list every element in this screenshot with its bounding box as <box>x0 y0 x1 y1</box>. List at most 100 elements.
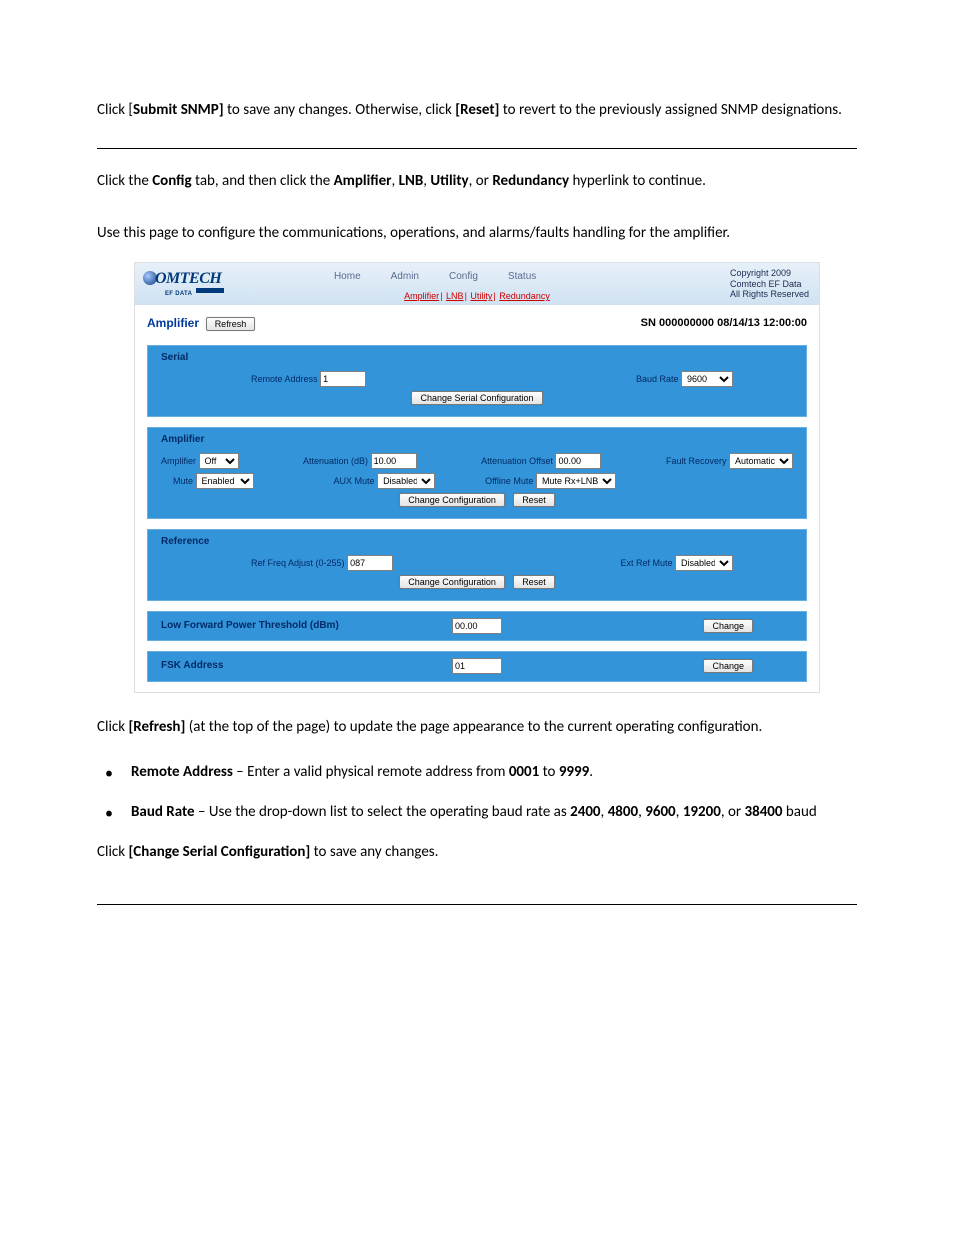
attenuation-offset-label: Attenuation Offset <box>481 456 553 466</box>
reference-panel-title: Reference <box>161 535 793 550</box>
subtab-amplifier[interactable]: Amplifier <box>404 291 439 301</box>
logo-bars-icon <box>196 288 224 293</box>
text: , or <box>721 803 745 821</box>
attenuation-offset-input[interactable] <box>555 453 601 469</box>
text: baud <box>783 803 817 821</box>
refresh-button[interactable]: Refresh <box>206 317 256 331</box>
list-item: Remote Address – Enter a valid physical … <box>97 762 857 784</box>
text-bold: 9600 <box>645 803 675 821</box>
tab-config[interactable]: Config <box>449 270 478 285</box>
serial-number-status: SN 000000000 08/14/13 12:00:00 <box>641 316 807 332</box>
text-bold: [Reset] <box>455 101 499 119</box>
baud-rate-label: Baud Rate <box>636 374 679 384</box>
attenuation-input[interactable] <box>371 453 417 469</box>
logo-subtext: EF DATA <box>165 288 224 299</box>
text: – Enter a valid physical remote address … <box>233 763 509 781</box>
offline-mute-select[interactable]: Mute Rx+LNB <box>536 473 616 489</box>
change-serial-config-button[interactable]: Change Serial Configuration <box>411 391 542 405</box>
lfp-panel: Low Forward Power Threshold (dBm) Change <box>147 611 807 642</box>
fault-recovery-label: Fault Recovery <box>666 456 727 466</box>
text: Click <box>97 843 128 861</box>
fsk-input[interactable] <box>452 658 502 674</box>
text-bold: 38400 <box>745 803 783 821</box>
text-bold: Remote Address <box>131 763 233 781</box>
text: to save any changes. Otherwise, click <box>224 101 456 119</box>
text: Click <box>97 718 128 736</box>
text: , <box>601 803 608 821</box>
mute-select[interactable]: Enabled <box>196 473 254 489</box>
paragraph-use-page: Use this page to configure the communica… <box>97 223 857 245</box>
amplifier-label: Amplifier <box>161 456 196 466</box>
copyright-line: All Rights Reserved <box>730 289 809 299</box>
logo-text: OMTECH <box>155 270 221 287</box>
text-bold: 9999 <box>559 763 589 781</box>
serial-panel: Serial Remote Address Baud Rate 9600 Cha… <box>147 345 807 417</box>
offline-mute-label: Offline Mute <box>485 476 533 486</box>
fsk-panel: FSK Address Change <box>147 651 807 682</box>
reset-button[interactable]: Reset <box>513 575 555 589</box>
text-bold: Amplifier <box>334 172 392 190</box>
text: , <box>676 803 683 821</box>
change-config-button[interactable]: Change Configuration <box>399 575 505 589</box>
text: – Use the drop-down list to select the o… <box>195 803 571 821</box>
baud-rate-select[interactable]: 9600 <box>681 371 733 387</box>
tab-admin[interactable]: Admin <box>391 270 419 285</box>
aux-mute-label: AUX Mute <box>334 476 375 486</box>
separator: | <box>440 291 442 301</box>
ref-freq-label: Ref Freq Adjust (0-255) <box>251 558 345 568</box>
text-bold: Config <box>152 172 191 190</box>
subtab-utility[interactable]: Utility <box>470 291 492 301</box>
reset-button[interactable]: Reset <box>513 493 555 507</box>
amplifier-panel: Amplifier Amplifier Off Attenuation (dB)… <box>147 427 807 519</box>
text: (at the top of the page) to update the p… <box>185 718 762 736</box>
text-bold: 19200 <box>683 803 721 821</box>
attenuation-label: Attenuation (dB) <box>303 456 368 466</box>
logo: OMTECH <box>143 267 224 290</box>
amplifier-select[interactable]: Off <box>199 453 239 469</box>
aux-mute-select[interactable]: Disabled <box>377 473 435 489</box>
lfp-change-button[interactable]: Change <box>703 619 753 633</box>
mute-label: Mute <box>173 476 193 486</box>
text-bold: [Change Serial Configuration] <box>128 843 310 861</box>
page-title: Amplifier <box>147 315 199 332</box>
paragraph-submit-snmp: Click [Submit SNMP] to save any changes.… <box>97 100 857 122</box>
text: to revert to the previously assigned SNM… <box>499 101 842 119</box>
amplifier-panel-title: Amplifier <box>161 433 793 448</box>
paragraph-config-tab: Click the Config tab, and then click the… <box>97 171 857 193</box>
text: Click the <box>97 172 152 190</box>
fsk-change-button[interactable]: Change <box>703 659 753 673</box>
paragraph-change-serial: Click [Change Serial Configuration] to s… <box>97 842 857 864</box>
ref-freq-input[interactable] <box>347 555 393 571</box>
subtab-redundancy[interactable]: Redundancy <box>499 291 550 301</box>
screenshot-titlebar: Amplifier Refresh SN 000000000 08/14/13 … <box>135 305 819 338</box>
text-bold: Redundancy <box>492 172 569 190</box>
divider <box>97 148 857 149</box>
text: , or <box>469 172 493 190</box>
serial-panel-title: Serial <box>161 351 793 366</box>
copyright-block: Copyright 2009 Comtech EF Data All Right… <box>730 267 809 299</box>
tab-home[interactable]: Home <box>334 270 361 285</box>
paragraph-refresh: Click [Refresh] (at the top of the page)… <box>97 717 857 739</box>
text-bold: Utility <box>430 172 468 190</box>
reference-panel: Reference Ref Freq Adjust (0-255) Ext Re… <box>147 529 807 601</box>
fault-recovery-select[interactable]: Automatic <box>729 453 793 469</box>
text: to save any changes. <box>310 843 438 861</box>
remote-address-label: Remote Address <box>251 374 318 384</box>
tab-status[interactable]: Status <box>508 270 536 285</box>
change-config-button[interactable]: Change Configuration <box>399 493 505 507</box>
ext-ref-mute-label: Ext Ref Mute <box>620 558 672 568</box>
copyright-line: Copyright 2009 <box>730 268 809 278</box>
remote-address-input[interactable] <box>320 371 366 387</box>
footer-divider <box>97 904 857 905</box>
sub-tabs: Amplifier| LNB| Utility| Redundancy <box>403 290 551 303</box>
text: to <box>539 763 559 781</box>
lfp-input[interactable] <box>452 618 502 634</box>
copyright-line: Comtech EF Data <box>730 279 809 289</box>
logo-block: OMTECH EF DATA <box>143 267 224 299</box>
text-bold: 4800 <box>608 803 638 821</box>
bullet-list: Remote Address – Enter a valid physical … <box>97 762 857 824</box>
subtab-lnb[interactable]: LNB <box>446 291 464 301</box>
ext-ref-mute-select[interactable]: Disabled <box>675 555 733 571</box>
nav-tabs: Home Admin Config Status <box>334 267 536 285</box>
text: tab, and then click the <box>192 172 334 190</box>
